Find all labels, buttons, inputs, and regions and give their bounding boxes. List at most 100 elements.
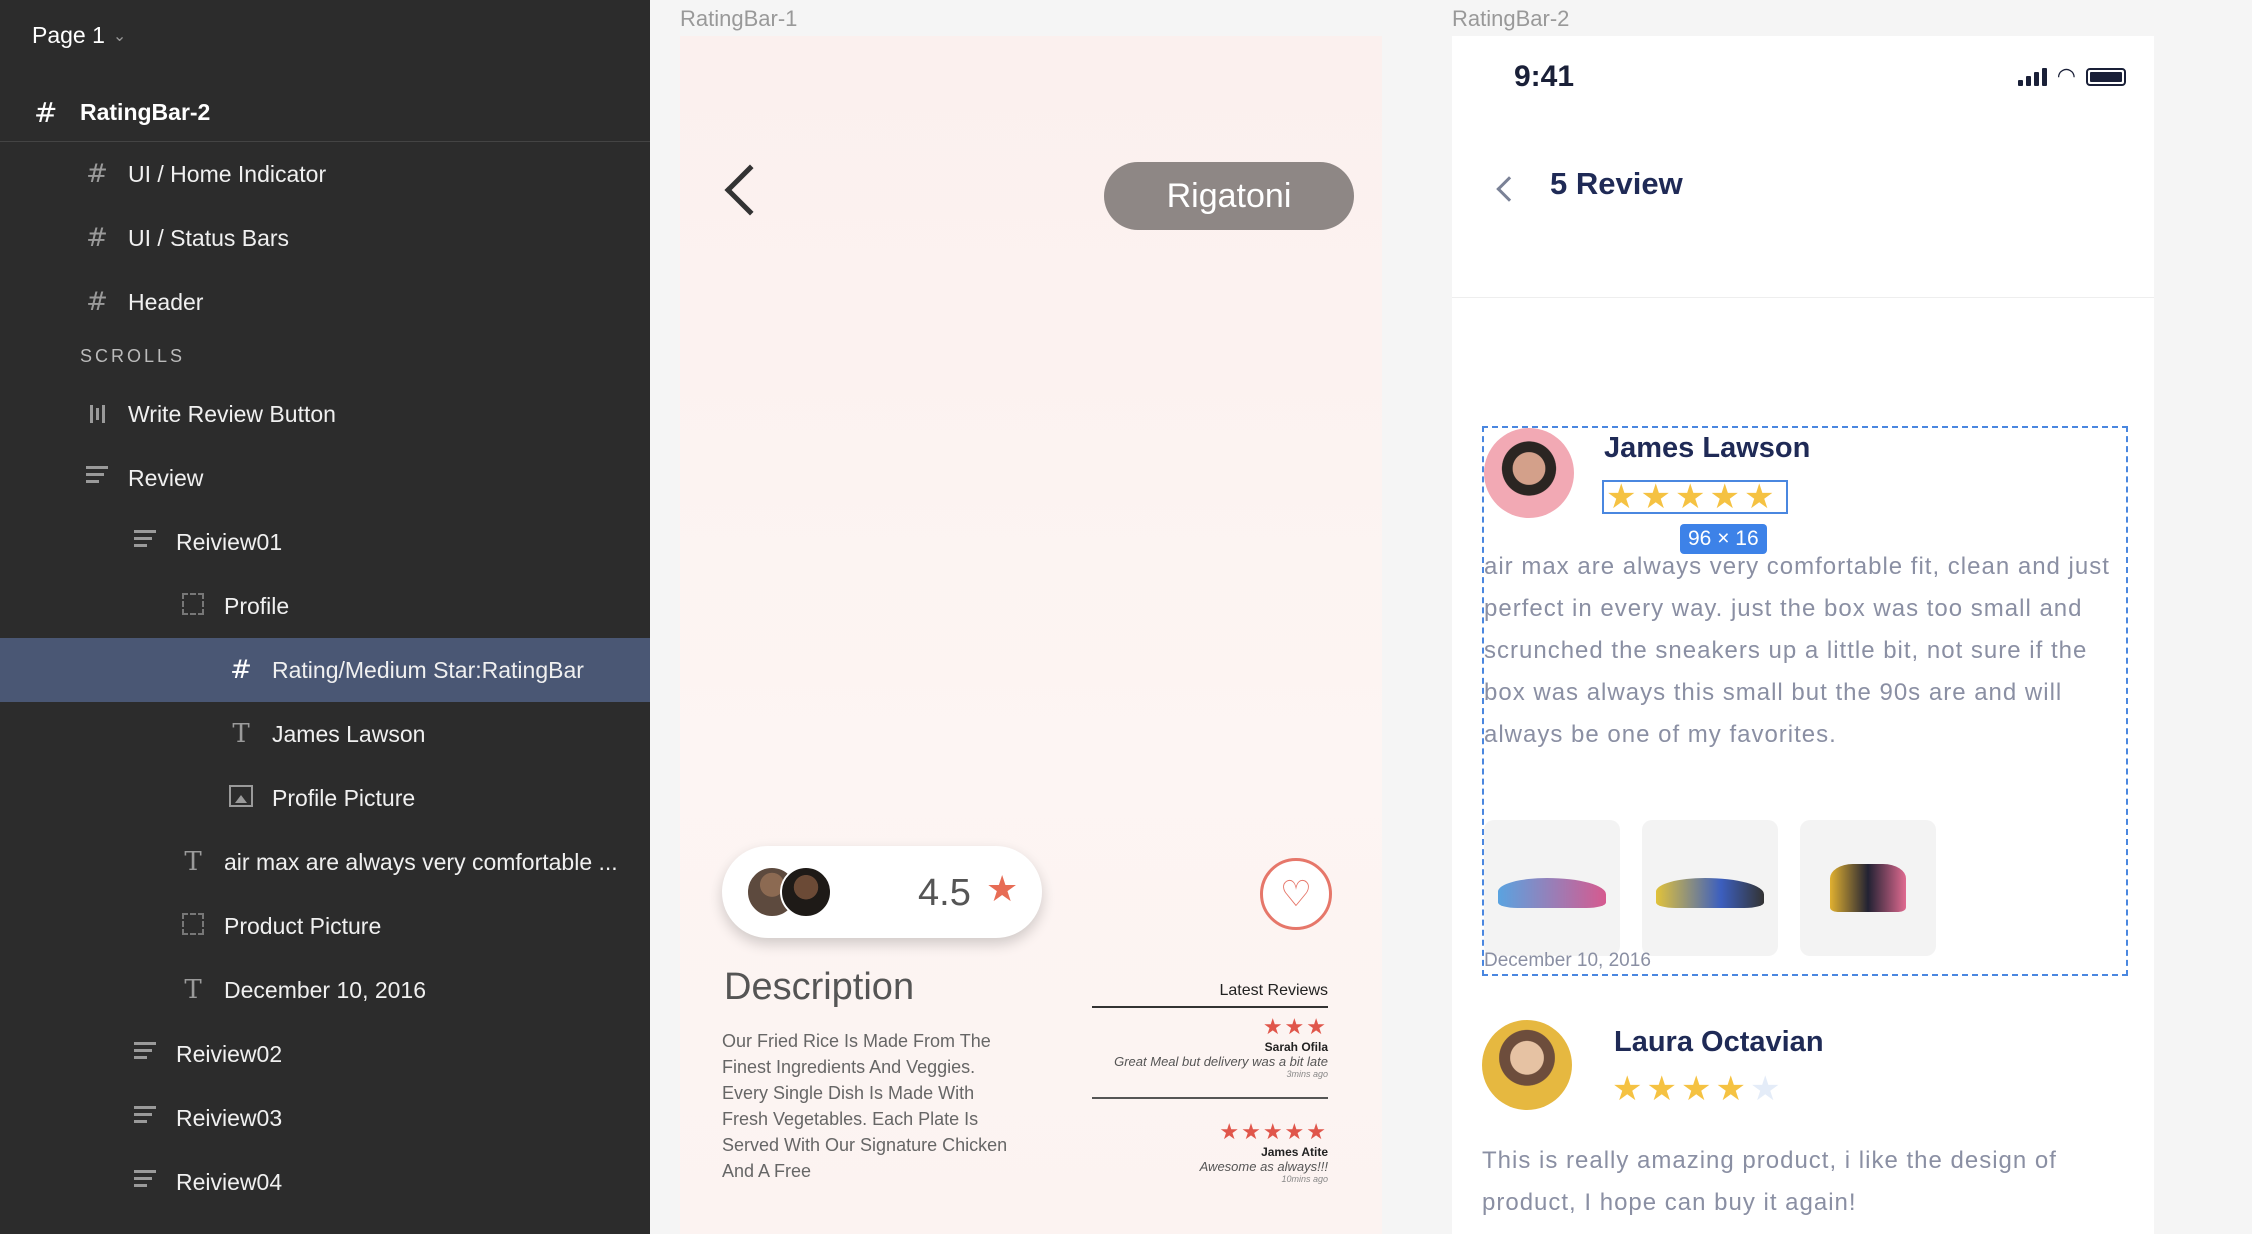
layer-status-bars[interactable]: # UI / Status Bars (0, 206, 650, 270)
frame-icon: # (86, 287, 108, 317)
stack-icon (84, 462, 110, 494)
layer-rating-bar[interactable]: # Rating/Medium Star:RatingBar (0, 638, 650, 702)
layer-label: UI / Status Bars (128, 224, 290, 251)
layer-write-review-button[interactable]: Write Review Button (0, 382, 650, 446)
review-date: December 10, 2016 (1484, 950, 1651, 971)
frame-icon: # (230, 655, 252, 685)
image-icon (228, 783, 254, 814)
frame-ratingbar-2[interactable]: 9:41 ◠ 5 Review James Lawson ★ ★ ★ ★ ★ 9… (1452, 36, 2154, 1234)
star-icon: ★ (1612, 1070, 1643, 1108)
layer-label: Reiview04 (176, 1168, 283, 1195)
review-stars: ★★★ (1262, 1014, 1328, 1039)
product-image[interactable] (1642, 820, 1778, 956)
review-stars: ★★★★★ (1219, 1119, 1328, 1144)
star-icon: ★ (1680, 1070, 1712, 1108)
product-image[interactable] (1484, 820, 1620, 956)
layer-label: Profile Picture (272, 784, 416, 811)
layer-root-label: RatingBar-2 (80, 99, 211, 125)
back-chevron-icon[interactable] (1496, 176, 1522, 202)
battery-icon (2086, 68, 2126, 86)
text-icon: T (184, 847, 202, 877)
layer-label: Rating/Medium Star:RatingBar (272, 656, 584, 683)
group-icon (180, 591, 206, 622)
rating-value: 4.5 (918, 872, 971, 914)
frame-ratingbar-1[interactable]: Rigatoni 4.5 ★ ♡ Description Our Fried R… (680, 36, 1382, 1234)
frame-icon: # (34, 96, 58, 129)
layer-header[interactable]: # Header (0, 270, 650, 334)
latest-reviews: Latest Reviews ★★★ Sarah Ofila Great Mea… (1092, 982, 1328, 1216)
layer-product-picture[interactable]: Product Picture (0, 894, 650, 958)
layer-profile[interactable]: Profile (0, 574, 650, 638)
star-icon: ★ (986, 868, 1019, 909)
stack-icon (132, 1166, 158, 1198)
header: 5 Review (1452, 132, 2154, 298)
review-time: 10mins ago (1281, 1174, 1328, 1184)
layer-label: UI / Home Indicator (128, 160, 327, 187)
layer-home-indicator[interactable]: # UI / Home Indicator (0, 142, 650, 206)
reviewer-name: James Lawson (1604, 432, 1811, 464)
signal-icon (2017, 68, 2047, 86)
selection-box (1602, 480, 1788, 514)
layers-panel: Page 1 ⌄ # RatingBar-2 # UI / Home Indic… (0, 0, 650, 1234)
description-text: Our Fried Rice Is Made From The Finest I… (722, 1031, 1008, 1181)
layer-label: Write Review Button (128, 400, 336, 427)
rating-card[interactable]: 4.5 ★ (722, 846, 1042, 938)
page-selector[interactable]: Page 1 ⌄ (32, 22, 126, 49)
frame-title-ratingbar-2[interactable]: RatingBar-2 (1452, 6, 1569, 32)
description-title: Description (724, 966, 915, 1008)
list-item: ★★★ Sarah Ofila Great Meal but delivery … (1092, 1008, 1328, 1099)
layer-label: Product Picture (224, 912, 382, 939)
section-label-scrolls: SCROLLS (80, 346, 186, 366)
wifi-icon: ◠ (2056, 63, 2076, 88)
group-icon (180, 911, 206, 942)
review-body: This is really amazing product, i like t… (1482, 1147, 2057, 1216)
avatar (780, 866, 832, 918)
review-card-selected[interactable]: James Lawson ★ ★ ★ ★ ★ 96 × 16 air max a… (1482, 426, 2128, 976)
layer-label: Reiview03 (176, 1104, 283, 1131)
status-time: 9:41 (1514, 60, 1575, 93)
layer-label: Review (128, 464, 204, 491)
layer-review-body-text[interactable]: T air max are always very comfortable ..… (0, 830, 650, 894)
layer-label: Reiview01 (176, 528, 283, 555)
layer-label: James Lawson (272, 720, 426, 747)
page-title: 5 Review (1550, 166, 1683, 201)
layer-reiview04[interactable]: Reiview04 (0, 1150, 650, 1214)
reviewer-name: Sarah Ofila (1264, 1040, 1328, 1054)
star-icon: ★ (1715, 1070, 1746, 1108)
layer-root-frame[interactable]: # RatingBar-2 (0, 84, 650, 142)
dish-title-pill: Rigatoni (1104, 162, 1354, 230)
layer-review[interactable]: Review (0, 446, 650, 510)
star-icon: ★ (1646, 1070, 1677, 1108)
review-time: 3mins ago (1286, 1069, 1328, 1079)
product-pictures (1484, 820, 1936, 956)
stack-icon (132, 1102, 158, 1134)
reviewer-name: Laura Octavian (1614, 1026, 1824, 1058)
profile-picture (1484, 428, 1574, 518)
sneaker-image (1498, 878, 1606, 908)
layer-reiview02[interactable]: Reiview02 (0, 1022, 650, 1086)
layer-label: Header (128, 288, 204, 315)
page-name: Page 1 (32, 22, 105, 48)
review-text: Great Meal but delivery was a bit late (1114, 1054, 1328, 1069)
layer-label: Profile (224, 592, 290, 619)
status-icons: ◠ (2017, 63, 2126, 88)
stack-icon (132, 526, 158, 558)
back-arrow-icon[interactable] (724, 164, 776, 216)
favorite-button[interactable]: ♡ (1260, 858, 1332, 930)
layer-reiview01[interactable]: Reiview01 (0, 510, 650, 574)
review-text: Awesome as always!!! (1199, 1159, 1328, 1174)
product-image[interactable] (1800, 820, 1936, 956)
layer-reiview03[interactable]: Reiview03 (0, 1086, 650, 1150)
latest-reviews-heading: Latest Reviews (1092, 982, 1328, 1008)
frame-title-ratingbar-1[interactable]: RatingBar-1 (680, 6, 797, 32)
layer-james-lawson-text[interactable]: T James Lawson (0, 702, 650, 766)
text-icon: T (184, 975, 202, 1005)
layer-date-text[interactable]: T December 10, 2016 (0, 958, 650, 1022)
sneaker-image (1656, 878, 1764, 908)
star-empty-icon: ★ (1749, 1070, 1781, 1108)
rating-bar[interactable]: ★ ★ ★ ★ ★ (1612, 1072, 1780, 1106)
frame-icon: # (86, 223, 108, 253)
heart-icon: ♡ (1279, 873, 1313, 914)
layer-profile-picture[interactable]: Profile Picture (0, 766, 650, 830)
chevron-down-icon: ⌄ (112, 27, 127, 45)
